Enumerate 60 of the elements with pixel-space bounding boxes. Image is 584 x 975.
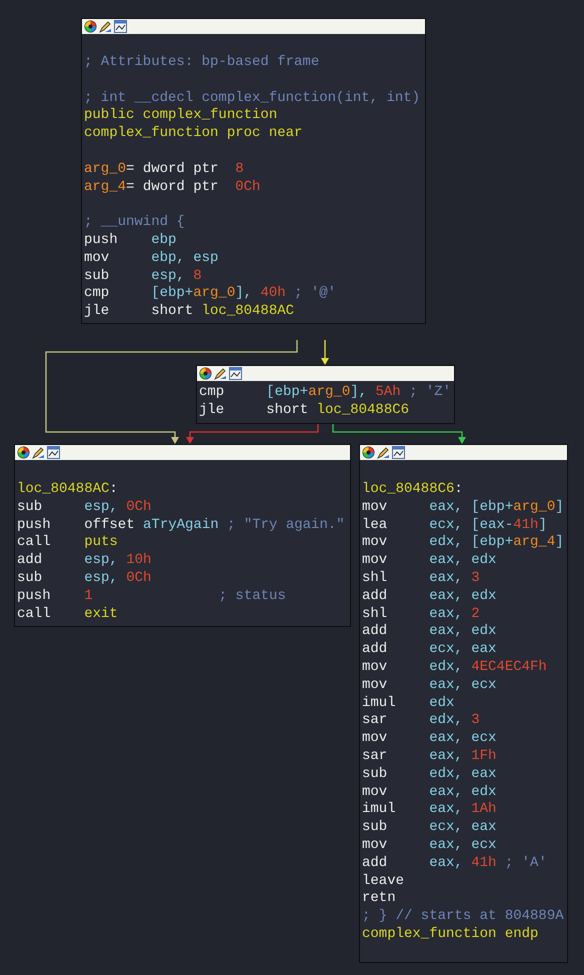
graph-icon[interactable] xyxy=(229,367,242,380)
code-line: push offset aTryAgain ; "Try again." xyxy=(17,516,346,534)
code-line: add esp, 10h xyxy=(17,552,152,570)
code-line: lea ecx, [eax-41h] xyxy=(362,516,548,534)
code-line: ; __unwind { xyxy=(84,214,186,232)
code-line: cmp [ebp+arg_0], 5Ah ; 'Z' xyxy=(199,384,452,402)
code-line: mov eax, ecx xyxy=(362,836,498,855)
code-line: loc_80488AC: xyxy=(17,481,119,499)
code-line: mov eax, ecx xyxy=(362,676,498,695)
code-line: ; Attributes: bp-based frame xyxy=(84,54,320,72)
code-line: shl eax, 3 xyxy=(362,570,481,588)
code-line: sar eax, 1Fh xyxy=(362,748,498,766)
code-line: cmp [ebp+arg_0], 40h ; '@' xyxy=(84,285,338,304)
graph-icon[interactable] xyxy=(392,446,405,459)
color-wheel-icon[interactable] xyxy=(362,446,375,459)
graph-icon[interactable] xyxy=(114,20,127,33)
code-line: add eax, 41h ; 'A' xyxy=(362,854,548,873)
code-line: jle short loc_80488AC xyxy=(84,303,296,321)
code-line: sub edx, eax xyxy=(362,766,498,784)
code-line: sub esp, 0Ch xyxy=(17,498,152,517)
code-line: push 1 ; status xyxy=(17,588,287,606)
code-line: imul edx xyxy=(362,694,456,712)
pencil-icon[interactable] xyxy=(32,446,45,459)
code-line: mov eax, edx xyxy=(362,784,498,802)
code-line: ; } // starts at 804889A xyxy=(362,908,565,926)
code-line: complex_function proc near xyxy=(84,125,304,143)
code-line: sub esp, 0Ch xyxy=(17,570,152,588)
code-line: push ebp xyxy=(84,232,178,250)
code-line: mov ebp, esp xyxy=(84,250,220,268)
pencil-icon[interactable] xyxy=(99,20,112,33)
code-line: mov eax, edx xyxy=(362,552,498,570)
code-line: call puts xyxy=(17,534,119,552)
code-line: add eax, edx xyxy=(362,623,498,642)
graph-icon[interactable] xyxy=(47,446,60,459)
color-wheel-icon[interactable] xyxy=(84,20,97,33)
code-line: mov edx, [ebp+arg_4] xyxy=(362,534,565,552)
pencil-icon[interactable] xyxy=(214,367,227,380)
code-line: retn xyxy=(362,890,397,908)
code-line: complex_function endp xyxy=(362,926,540,944)
code-line: sar edx, 3 xyxy=(362,712,481,730)
code-line: call exit xyxy=(17,606,119,624)
code-line: leave xyxy=(362,872,406,890)
code-line: mov edx, 4EC4EC4Fh xyxy=(362,658,548,677)
code-line: ; int __cdecl complex_function(int, int) xyxy=(84,90,422,108)
code-line: arg_0= dword ptr 8 xyxy=(84,160,245,179)
code-line: shl eax, 2 xyxy=(362,606,481,624)
color-wheel-icon[interactable] xyxy=(17,446,30,459)
code-line: loc_80488C6: xyxy=(362,481,464,499)
code-line: add eax, edx xyxy=(362,588,498,606)
pencil-icon[interactable] xyxy=(377,446,390,459)
code-line: jle short loc_80488C6 xyxy=(199,402,410,420)
code-line: public complex_function xyxy=(84,107,278,126)
code-line: sub ecx, eax xyxy=(362,819,498,837)
code-line: add ecx, eax xyxy=(362,641,498,659)
code-line: mov eax, ecx xyxy=(362,730,498,748)
code-line: mov eax, [ebp+arg_0] xyxy=(362,498,565,517)
code-line: arg_4= dword ptr 0Ch xyxy=(84,178,262,196)
code-line: imul eax, 1Ah xyxy=(362,801,498,820)
code-line: sub esp, 8 xyxy=(84,268,203,286)
color-wheel-icon[interactable] xyxy=(199,367,212,380)
